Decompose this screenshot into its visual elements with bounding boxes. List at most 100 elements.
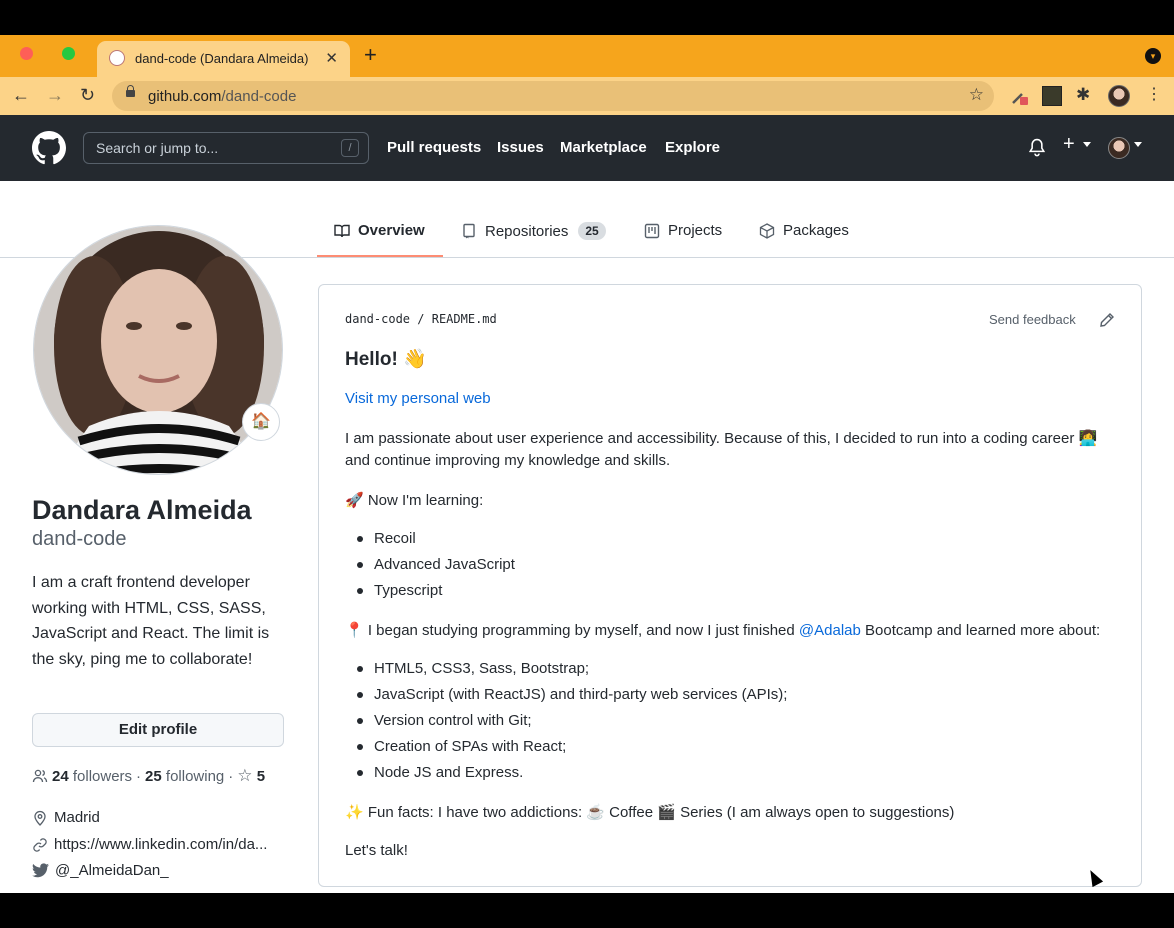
- people-icon: [32, 769, 48, 783]
- tab-label: Projects: [668, 222, 723, 239]
- chevron-down-icon[interactable]: [1134, 142, 1142, 147]
- lock-icon: [126, 85, 135, 97]
- chevron-down-icon[interactable]: [1083, 142, 1091, 147]
- twitter-icon: [32, 863, 49, 878]
- lets-talk: Let's talk!: [345, 842, 408, 859]
- search-shortcut-key: /: [341, 139, 359, 157]
- bullet-icon: [357, 692, 363, 698]
- nav-pull-requests[interactable]: Pull requests: [387, 139, 481, 156]
- profile-twitter[interactable]: @_AlmeidaDan_: [32, 862, 169, 879]
- tab-overview[interactable]: Overview: [334, 222, 425, 239]
- tab-label: Repositories: [485, 222, 569, 240]
- browser-tab-strip: dand-code (Dandara Almeida) ✕ + ▾: [0, 35, 1174, 77]
- eyedropper-extension-icon[interactable]: [1010, 86, 1030, 106]
- learning-title: 🚀 Now I'm learning:: [345, 492, 484, 509]
- readme-owner-link[interactable]: dand-code: [345, 312, 410, 326]
- tab-close-icon[interactable]: ✕: [325, 49, 338, 67]
- github-logo-icon[interactable]: [32, 131, 66, 165]
- stars-link[interactable]: ☆ 5: [237, 766, 265, 786]
- tab-label: Packages: [783, 222, 849, 239]
- package-icon: [759, 222, 775, 239]
- profile-website[interactable]: https://www.linkedin.com/in/da...: [32, 836, 267, 853]
- fun-facts: ✨ Fun facts: I have two addictions: ☕ Co…: [345, 804, 955, 821]
- bullet-icon: [357, 744, 363, 750]
- bullet-icon: [357, 536, 363, 542]
- extension-icon[interactable]: [1042, 86, 1062, 106]
- separator: ·: [136, 767, 142, 785]
- set-status-button[interactable]: 🏠: [242, 403, 280, 441]
- bullet-icon: [357, 718, 363, 724]
- breadcrumb-separator: /: [417, 312, 425, 326]
- create-new-icon[interactable]: +: [1063, 133, 1075, 156]
- profile-full-name: Dandara Almeida: [32, 495, 252, 525]
- address-bar[interactable]: github.com/dand-code ☆: [112, 81, 994, 111]
- bullet-icon: [357, 588, 363, 594]
- followers-link[interactable]: 24 followers: [52, 768, 132, 785]
- profile-username: dand-code: [32, 528, 127, 550]
- menu-icon[interactable]: ⋮: [1146, 84, 1162, 104]
- separator: ·: [228, 767, 234, 785]
- readme-card: dand-code / README.md Send feedback Hell…: [318, 284, 1142, 887]
- profile-avatar[interactable]: [33, 225, 283, 475]
- nav-issues[interactable]: Issues: [497, 139, 544, 156]
- link-icon: [33, 837, 47, 852]
- nav-marketplace[interactable]: Marketplace: [560, 139, 647, 156]
- maximize-window-button[interactable]: [62, 47, 75, 60]
- list-item: Version control with Git;: [374, 712, 532, 729]
- readme-breadcrumb: dand-code / README.md: [345, 312, 497, 326]
- user-menu-avatar[interactable]: [1108, 137, 1130, 159]
- list-item: Typescript: [374, 582, 443, 599]
- back-icon[interactable]: ←: [12, 85, 30, 105]
- tab-packages[interactable]: Packages: [759, 222, 849, 239]
- project-icon: [644, 223, 660, 238]
- tab-projects[interactable]: Projects: [644, 222, 722, 239]
- list-item: Node JS and Express.: [374, 764, 524, 781]
- nav-explore[interactable]: Explore: [665, 139, 720, 156]
- profile-bio: I am a craft frontend developer working …: [32, 574, 270, 668]
- pencil-edit-icon[interactable]: [1099, 312, 1115, 328]
- tab-search-icon[interactable]: ▾: [1145, 48, 1161, 64]
- new-tab-button[interactable]: +: [364, 44, 377, 66]
- book-icon: [334, 224, 350, 237]
- list-item: JavaScript (with ReactJS) and third-part…: [374, 686, 788, 703]
- reload-icon[interactable]: ↻: [80, 85, 95, 105]
- github-favicon-icon: [109, 50, 125, 66]
- notifications-bell-icon[interactable]: [1028, 137, 1046, 159]
- readme-file-link[interactable]: README.md: [432, 312, 497, 326]
- browser-profile-avatar[interactable]: [1108, 85, 1130, 107]
- url-text[interactable]: github.com/dand-code: [148, 88, 296, 105]
- readme-heading: Hello! 👋: [345, 349, 427, 370]
- studying-paragraph: 📍 I began studying programming by myself…: [345, 622, 1101, 639]
- bullet-icon: [357, 562, 363, 568]
- tab-label: Overview: [358, 222, 425, 239]
- github-header: Search or jump to... / Pull requests Iss…: [0, 115, 1174, 181]
- close-window-button[interactable]: [20, 47, 33, 60]
- following-link[interactable]: 25 following: [145, 768, 224, 785]
- browser-tab[interactable]: dand-code (Dandara Almeida) ✕: [97, 41, 350, 77]
- readme-paragraph-line: I am passionate about user experience an…: [345, 430, 1098, 447]
- send-feedback-link[interactable]: Send feedback: [989, 312, 1076, 327]
- star-icon: ☆: [237, 766, 253, 785]
- search-input[interactable]: Search or jump to... /: [83, 132, 369, 164]
- extensions-puzzle-icon[interactable]: ✱: [1076, 85, 1096, 105]
- search-placeholder: Search or jump to...: [96, 140, 219, 156]
- tab-repositories[interactable]: Repositories 25: [461, 222, 606, 240]
- repo-icon: [463, 223, 475, 239]
- location-pin-icon: [34, 810, 46, 826]
- bookmark-star-icon[interactable]: ☆: [969, 85, 984, 105]
- personal-web-link[interactable]: Visit my personal web: [345, 390, 491, 407]
- list-item: Creation of SPAs with React;: [374, 738, 567, 755]
- follow-stats: 24 followers · 25 following · ☆ 5: [32, 766, 265, 786]
- bullet-icon: [357, 666, 363, 672]
- bullet-icon: [357, 770, 363, 776]
- list-item: Advanced JavaScript: [374, 556, 515, 573]
- browser-toolbar: ← → ↻ github.com/dand-code ☆ ✱ ⋮: [0, 77, 1174, 115]
- screen: dand-code (Dandara Almeida) ✕ + ▾ ← → ↻ …: [0, 35, 1174, 893]
- profile-location: Madrid: [32, 809, 100, 826]
- readme-paragraph-line: and continue improving my knowledge and …: [345, 452, 671, 469]
- repositories-count-badge: 25: [578, 222, 606, 240]
- list-item: Recoil: [374, 530, 416, 547]
- forward-icon[interactable]: →: [46, 85, 64, 105]
- edit-profile-button[interactable]: Edit profile: [32, 713, 284, 747]
- adalab-mention-link[interactable]: @Adalab: [799, 622, 861, 639]
